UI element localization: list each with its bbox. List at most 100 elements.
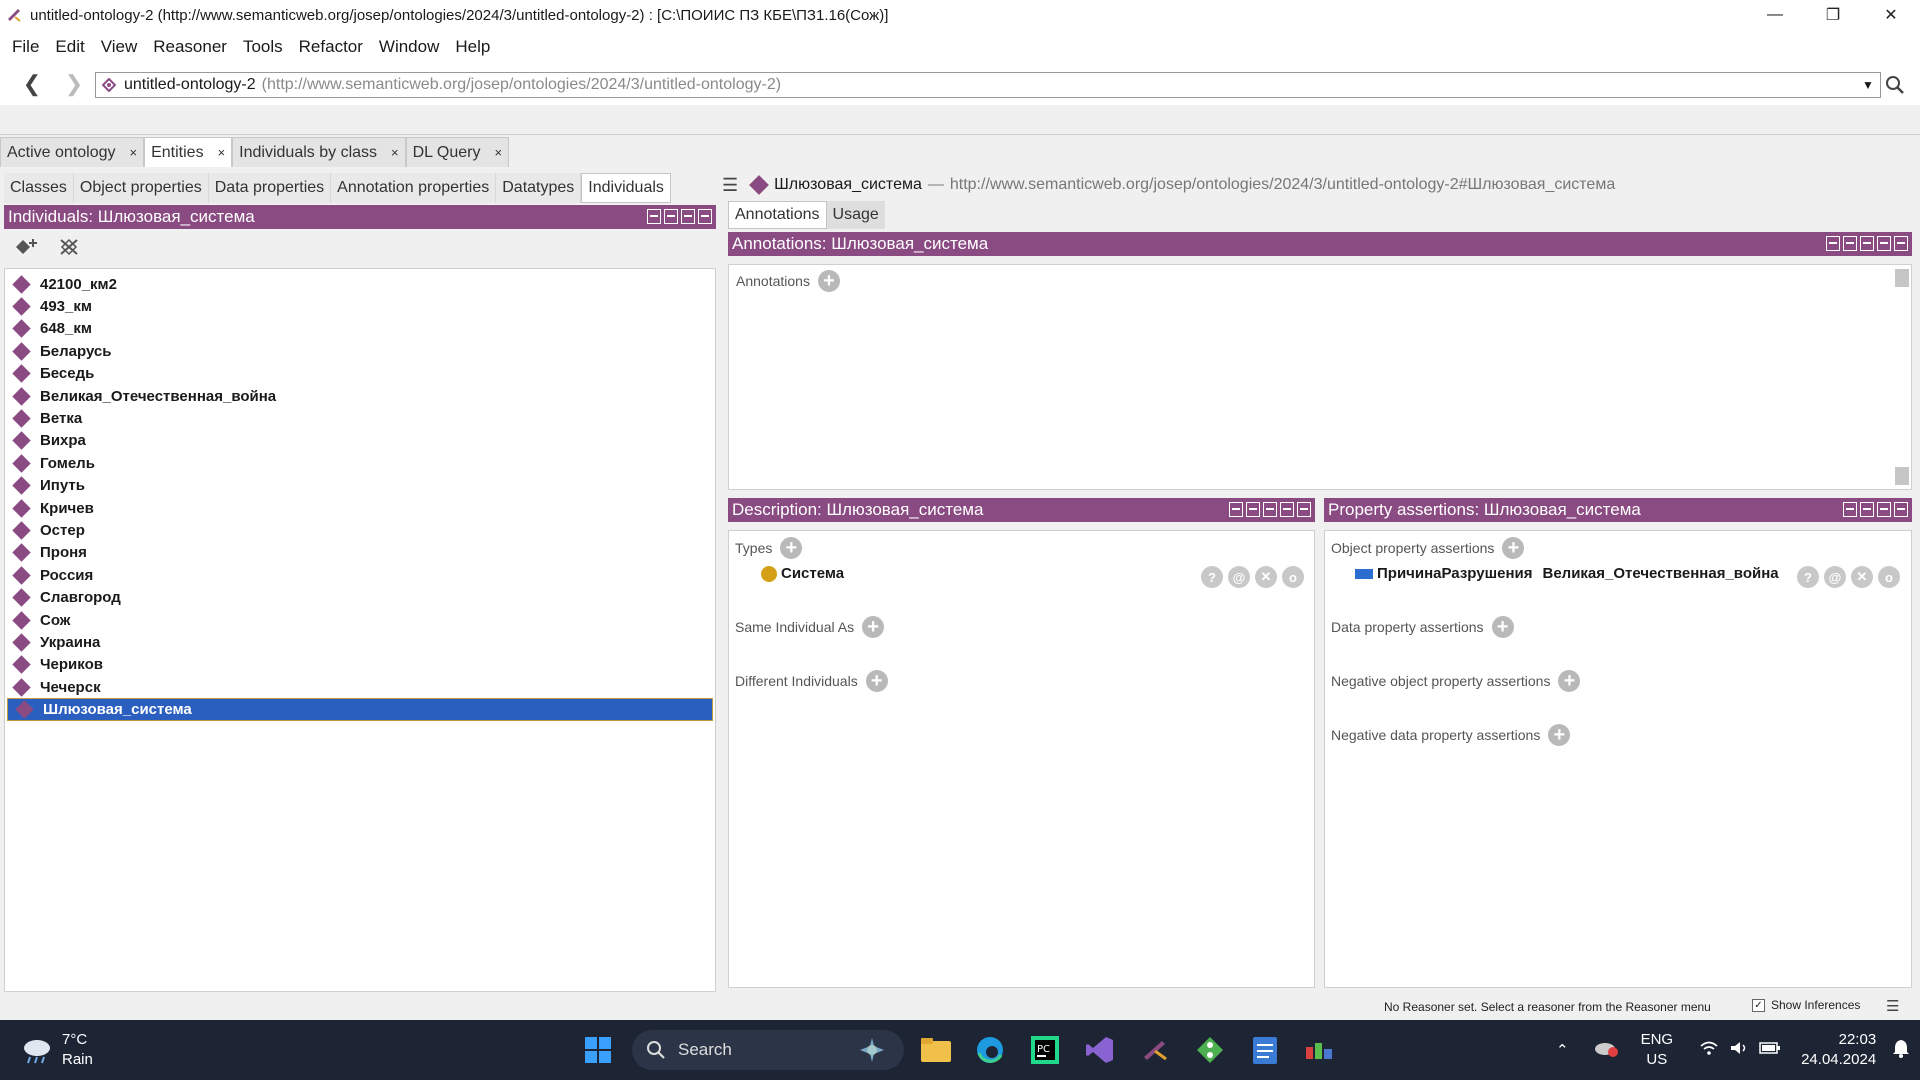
close-tab-icon[interactable]: × [218,145,226,160]
show-hidden-icons-icon[interactable]: ⌃ [1556,1041,1569,1059]
tab-individuals-by-class[interactable]: Individuals by class × [232,137,406,167]
menu-view[interactable]: View [93,37,146,57]
list-item[interactable]: Украина [5,631,715,653]
add-individual-icon[interactable] [14,237,40,261]
menu-tools[interactable]: Tools [235,37,291,57]
menu-help[interactable]: Help [447,37,498,57]
edit-icon[interactable]: o [1878,566,1900,588]
delete-individual-icon[interactable] [58,237,80,261]
search-icon[interactable] [1880,72,1910,98]
visual-studio-icon[interactable] [1082,1032,1118,1068]
close-view-icon[interactable] [1894,236,1908,251]
tab-entities[interactable]: Entities × [144,137,233,167]
powerbi-app-icon[interactable] [1302,1032,1338,1068]
file-explorer-icon[interactable] [918,1032,954,1068]
add-negative-data-property-assertion-icon[interactable]: + [1548,724,1571,746]
list-item[interactable]: Остер [5,519,715,541]
split-view-icon[interactable] [1843,236,1857,251]
list-item[interactable]: Славгород [5,586,715,608]
notepad-icon[interactable] [1247,1032,1283,1068]
minimize-view-icon[interactable] [1860,236,1874,251]
clock[interactable]: 22:03 24.04.2024 [1801,1030,1876,1070]
list-item[interactable]: Сож [5,609,715,631]
protege-taskbar-icon[interactable] [1137,1032,1173,1068]
maximize-view-icon[interactable] [1877,236,1891,251]
object-property-assertion-entry[interactable]: ПричинаРазрушения Великая_Отечественная_… [1355,565,1779,582]
help-view-icon[interactable] [1229,502,1243,517]
onedrive-icon[interactable] [1593,1039,1619,1061]
list-item[interactable]: Кричев [5,497,715,519]
add-same-individual-icon[interactable]: + [862,616,885,638]
list-item[interactable]: Ветка [5,407,715,429]
menu-file[interactable]: File [4,37,47,57]
scrollbar-top[interactable] [1895,269,1909,287]
address-dropdown-icon[interactable]: ▼ [1862,78,1874,92]
split-view-icon[interactable] [1246,502,1260,517]
pycharm-icon[interactable]: PC [1027,1032,1063,1068]
close-view-icon[interactable] [698,209,712,224]
notification-bell-icon[interactable] [1892,1038,1910,1062]
tab-dl-query[interactable]: DL Query × [405,137,510,167]
close-view-icon[interactable] [1894,502,1908,517]
forward-arrow-icon[interactable]: ❯ [60,71,88,97]
language-indicator[interactable]: ENG US [1641,1030,1674,1070]
split-view-icon[interactable] [1843,502,1857,517]
battery-icon[interactable] [1759,1041,1781,1059]
list-item[interactable]: 648_км [5,318,715,340]
list-item[interactable]: 42100_км2 [5,273,715,295]
list-item[interactable]: Беседь [5,363,715,385]
help-view-icon[interactable] [1826,236,1840,251]
close-tab-icon[interactable]: × [130,145,138,160]
list-item[interactable]: Чериков [5,654,715,676]
add-different-individual-icon[interactable]: + [865,670,888,692]
add-data-property-assertion-icon[interactable]: + [1491,616,1514,638]
tab-annotation-properties[interactable]: Annotation properties [331,173,497,203]
annotate-icon[interactable]: @ [1228,566,1250,588]
weather-widget[interactable]: 7°C Rain [20,1030,93,1070]
list-item[interactable]: Россия [5,564,715,586]
list-item[interactable]: Вихра [5,430,715,452]
wifi-icon[interactable] [1699,1040,1719,1060]
explain-icon[interactable]: ? [1797,566,1819,588]
minimize-button[interactable]: — [1746,0,1804,30]
volume-icon[interactable] [1729,1040,1749,1060]
add-object-property-assertion-icon[interactable]: + [1502,537,1525,559]
close-window-button[interactable]: ✕ [1862,0,1920,30]
add-annotation-icon[interactable]: + [817,270,840,292]
maximize-view-icon[interactable] [1280,502,1294,517]
list-item[interactable]: Ипуть [5,475,715,497]
scrollbar-bottom[interactable] [1895,467,1909,485]
list-item-selected[interactable]: Шлюзовая_система [7,698,713,721]
explain-icon[interactable]: ? [1201,566,1223,588]
list-item[interactable]: Великая_Отечественная_война [5,385,715,407]
list-item[interactable]: Проня [5,542,715,564]
maximize-view-icon[interactable] [681,209,695,224]
add-type-icon[interactable]: + [780,537,803,559]
menu-edit[interactable]: Edit [47,37,92,57]
list-item[interactable]: Гомель [5,452,715,474]
tab-datatypes[interactable]: Datatypes [496,173,582,203]
delete-icon[interactable]: ✕ [1851,566,1873,588]
tab-active-ontology[interactable]: Active ontology × [0,137,145,167]
back-arrow-icon[interactable]: ❮ [18,71,46,97]
restore-button[interactable]: ❐ [1804,0,1862,30]
maximize-view-icon[interactable] [1877,502,1891,517]
annotate-icon[interactable]: @ [1824,566,1846,588]
add-negative-object-property-assertion-icon[interactable]: + [1558,670,1581,692]
list-item[interactable]: 493_км [5,295,715,317]
taskbar-search-box[interactable]: Search [632,1030,904,1070]
minimize-view-icon[interactable] [664,209,678,224]
tab-individuals[interactable]: Individuals [581,173,671,203]
list-item[interactable]: Беларусь [5,340,715,362]
tab-object-properties[interactable]: Object properties [73,173,209,203]
delete-icon[interactable]: ✕ [1255,566,1277,588]
windows-start-icon[interactable] [580,1032,616,1068]
split-view-icon[interactable] [647,209,661,224]
tab-data-properties[interactable]: Data properties [208,173,332,203]
menu-window[interactable]: Window [371,37,447,57]
tab-usage[interactable]: Usage [826,201,885,229]
close-tab-icon[interactable]: × [494,145,502,160]
show-inferences-checkbox[interactable]: ✓ [1752,998,1765,1012]
minimize-view-icon[interactable] [1263,502,1277,517]
edit-icon[interactable]: o [1282,566,1304,588]
